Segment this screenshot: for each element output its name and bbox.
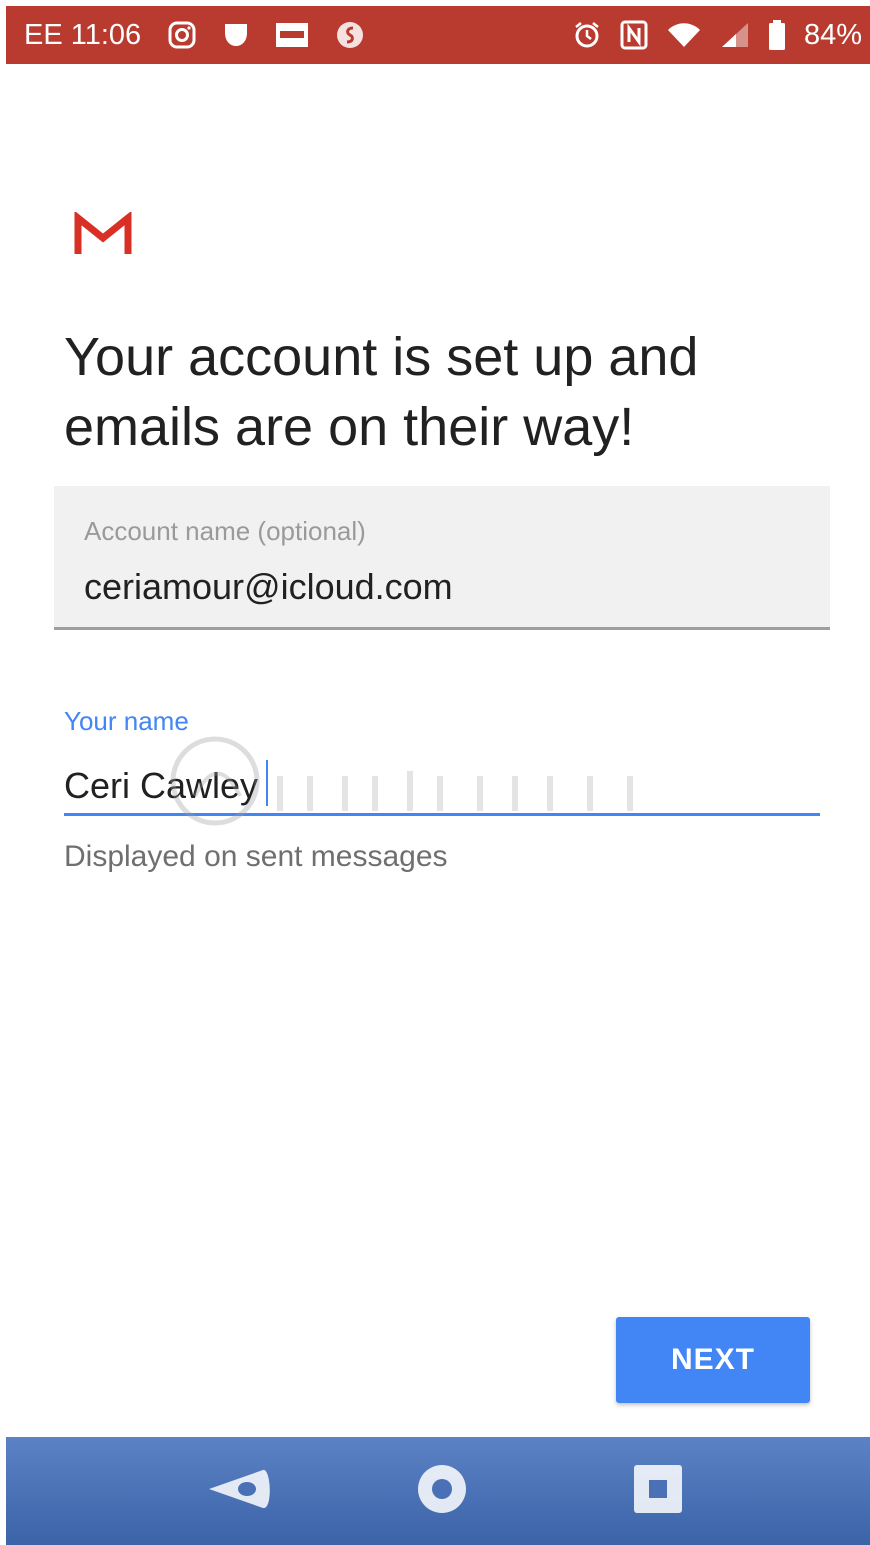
status-left: EE 11:06 (24, 19, 365, 52)
page-title: Your account is set up and emails are on… (64, 327, 699, 457)
battery-percent: 84% (803, 18, 862, 51)
instagram-icon (167, 20, 197, 50)
recents-icon (632, 1463, 684, 1520)
news-app-icon (275, 22, 309, 48)
navigation-bar (6, 1437, 870, 1545)
clock: 11:06 (70, 18, 142, 51)
status-right: 84% (572, 19, 862, 52)
text-cursor (266, 760, 268, 806)
your-name-label: Your name (64, 706, 189, 736)
screen: EE 11:06 84% Your account is set up and … (0, 0, 870, 1545)
recents-button[interactable] (598, 1437, 718, 1545)
status-bar: EE 11:06 84% (6, 6, 870, 64)
home-icon (414, 1461, 470, 1522)
signal-icon (720, 21, 750, 49)
pocket-icon (223, 21, 249, 49)
shazam-icon (335, 20, 365, 50)
back-button[interactable] (178, 1437, 298, 1545)
your-name-helper-text: Displayed on sent messages (64, 840, 448, 873)
status-carrier-time: EE 11:06 (24, 19, 141, 52)
your-name-input[interactable] (64, 758, 820, 816)
account-name-label: Account name (optional) (84, 516, 366, 546)
account-name-value[interactable]: ceriamour@icloud.com (84, 566, 453, 608)
alarm-icon (572, 20, 602, 50)
gmail-logo (74, 210, 132, 256)
carrier: EE (24, 18, 63, 51)
nfc-icon (620, 20, 648, 50)
home-button[interactable] (382, 1437, 502, 1545)
account-name-field[interactable]: Account name (optional) (54, 486, 830, 630)
next-button[interactable]: NEXT (616, 1317, 810, 1403)
wifi-icon (666, 21, 702, 49)
battery-icon (768, 20, 786, 50)
back-icon (203, 1464, 273, 1519)
